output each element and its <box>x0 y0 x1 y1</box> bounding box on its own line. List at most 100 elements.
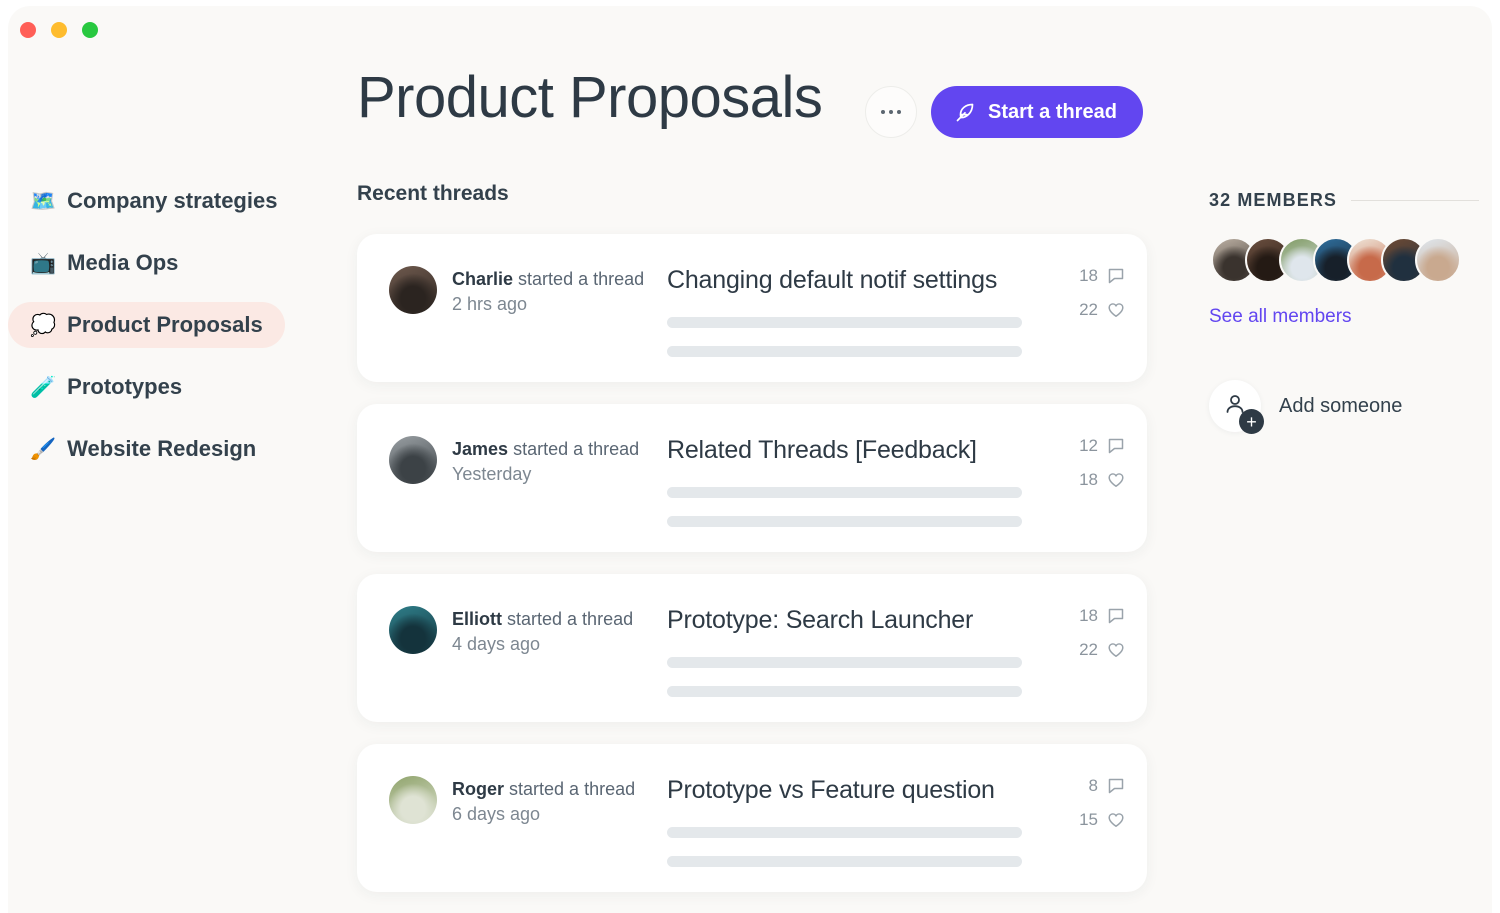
member-avatar-stack <box>1209 237 1479 283</box>
map-icon: 🗺️ <box>30 191 56 212</box>
thread-author-meta: Elliott started a thread 4 days ago <box>452 606 633 655</box>
comment-stat[interactable]: 18 <box>1078 606 1125 626</box>
heart-icon <box>1107 641 1125 659</box>
comment-count: 8 <box>1078 776 1098 796</box>
table-row[interactable]: Elliott started a thread 4 days ago Prot… <box>357 574 1147 722</box>
sidebar: 🗺️ Company strategies 📺 Media Ops 💭 Prod… <box>8 178 338 488</box>
like-stat[interactable]: 15 <box>1078 810 1125 830</box>
comment-icon <box>1107 267 1125 285</box>
skeleton-line <box>667 487 1022 498</box>
skeleton-line <box>667 317 1022 328</box>
skeleton-line <box>667 686 1022 697</box>
thread-action-label: started a thread <box>513 439 639 459</box>
test-tube-icon: 🧪 <box>30 377 56 398</box>
comment-stat[interactable]: 12 <box>1078 436 1125 456</box>
sidebar-item-label: Media Ops <box>67 250 178 276</box>
comment-count: 18 <box>1078 266 1098 286</box>
header-actions: Start a thread <box>865 86 1143 138</box>
feather-icon <box>953 100 977 124</box>
thread-author-meta: James started a thread Yesterday <box>452 436 639 485</box>
ellipsis-icon <box>889 110 894 115</box>
like-stat[interactable]: 22 <box>1078 640 1125 660</box>
see-all-members-link[interactable]: See all members <box>1209 306 1479 328</box>
members-panel: 32 MEMBERS See all members + <box>1209 190 1479 432</box>
sidebar-item-label: Product Proposals <box>67 312 263 338</box>
ellipsis-icon <box>881 110 886 115</box>
start-thread-label: Start a thread <box>988 101 1117 124</box>
thread-author-name: Charlie <box>452 269 513 289</box>
sidebar-item-media-ops[interactable]: 📺 Media Ops <box>8 240 200 286</box>
divider <box>1351 200 1479 201</box>
thread-body: Related Threads [Feedback] <box>667 436 1063 527</box>
skeleton-line <box>667 516 1022 527</box>
avatar <box>389 436 437 484</box>
skeleton-line <box>667 346 1022 357</box>
maximize-window-button[interactable] <box>82 22 98 38</box>
television-icon: 📺 <box>30 253 56 274</box>
header: Product Proposals Start a thread <box>8 66 1492 158</box>
sidebar-item-prototypes[interactable]: 🧪 Prototypes <box>8 364 204 410</box>
members-header: 32 MEMBERS <box>1209 190 1479 211</box>
thread-title[interactable]: Related Threads [Feedback] <box>667 436 1043 465</box>
heart-icon <box>1107 471 1125 489</box>
comment-count: 12 <box>1078 436 1098 456</box>
thread-timestamp: 2 hrs ago <box>452 294 644 315</box>
thread-title[interactable]: Prototype: Search Launcher <box>667 606 1043 635</box>
thread-timestamp: Yesterday <box>452 464 639 485</box>
plus-icon: + <box>1239 409 1264 434</box>
thread-timestamp: 4 days ago <box>452 634 633 655</box>
comment-stat[interactable]: 8 <box>1078 776 1125 796</box>
thread-body: Prototype vs Feature question <box>667 776 1063 867</box>
sidebar-item-website-redesign[interactable]: 🖌️ Website Redesign <box>8 426 278 472</box>
sidebar-item-product-proposals[interactable]: 💭 Product Proposals <box>8 302 285 348</box>
comment-stat[interactable]: 18 <box>1078 266 1125 286</box>
avatar <box>389 776 437 824</box>
start-thread-button[interactable]: Start a thread <box>931 86 1143 138</box>
heart-icon <box>1107 811 1125 829</box>
avatar[interactable] <box>1415 237 1461 283</box>
thread-action-label: started a thread <box>509 779 635 799</box>
like-stat[interactable]: 22 <box>1078 300 1125 320</box>
thread-title[interactable]: Prototype vs Feature question <box>667 776 1043 805</box>
sidebar-item-company-strategies[interactable]: 🗺️ Company strategies <box>8 178 299 224</box>
avatar <box>389 606 437 654</box>
paintbrush-icon: 🖌️ <box>30 439 56 460</box>
thread-stats: 18 22 <box>1063 606 1147 660</box>
app-window: Product Proposals Start a thread <box>8 6 1492 913</box>
thread-author-line: Charlie started a thread <box>452 268 644 291</box>
like-stat[interactable]: 18 <box>1078 470 1125 490</box>
more-options-button[interactable] <box>865 86 917 138</box>
thread-author-line: Elliott started a thread <box>452 608 633 631</box>
thread-title[interactable]: Changing default notif settings <box>667 266 1043 295</box>
thread-author: Charlie started a thread 2 hrs ago <box>357 266 667 315</box>
comment-icon <box>1107 607 1125 625</box>
table-row[interactable]: Charlie started a thread 2 hrs ago Chang… <box>357 234 1147 382</box>
thread-stats: 8 15 <box>1063 776 1147 830</box>
thread-author-line: Roger started a thread <box>452 778 635 801</box>
titlebar <box>8 6 1492 54</box>
thread-body: Prototype: Search Launcher <box>667 606 1063 697</box>
comment-icon <box>1107 437 1125 455</box>
thread-list-panel: Recent threads Charlie started a thread … <box>357 182 1147 913</box>
thread-author-name: Roger <box>452 779 504 799</box>
page-title: Product Proposals <box>357 64 822 131</box>
thread-author-meta: Roger started a thread 6 days ago <box>452 776 635 825</box>
minimize-window-button[interactable] <box>51 22 67 38</box>
add-someone-button[interactable]: + Add someone <box>1209 380 1402 432</box>
sidebar-item-label: Prototypes <box>67 374 182 400</box>
thread-author: James started a thread Yesterday <box>357 436 667 485</box>
thread-author: Elliott started a thread 4 days ago <box>357 606 667 655</box>
thread-author: Roger started a thread 6 days ago <box>357 776 667 825</box>
like-count: 15 <box>1078 810 1098 830</box>
thought-bubble-icon: 💭 <box>30 315 56 336</box>
members-count-label: 32 MEMBERS <box>1209 190 1337 211</box>
like-count: 22 <box>1078 640 1098 660</box>
thread-timestamp: 6 days ago <box>452 804 635 825</box>
thread-action-label: started a thread <box>507 609 633 629</box>
thread-action-label: started a thread <box>518 269 644 289</box>
thread-author-name: James <box>452 439 508 459</box>
close-window-button[interactable] <box>20 22 36 38</box>
comment-count: 18 <box>1078 606 1098 626</box>
table-row[interactable]: James started a thread Yesterday Related… <box>357 404 1147 552</box>
table-row[interactable]: Roger started a thread 6 days ago Protot… <box>357 744 1147 892</box>
